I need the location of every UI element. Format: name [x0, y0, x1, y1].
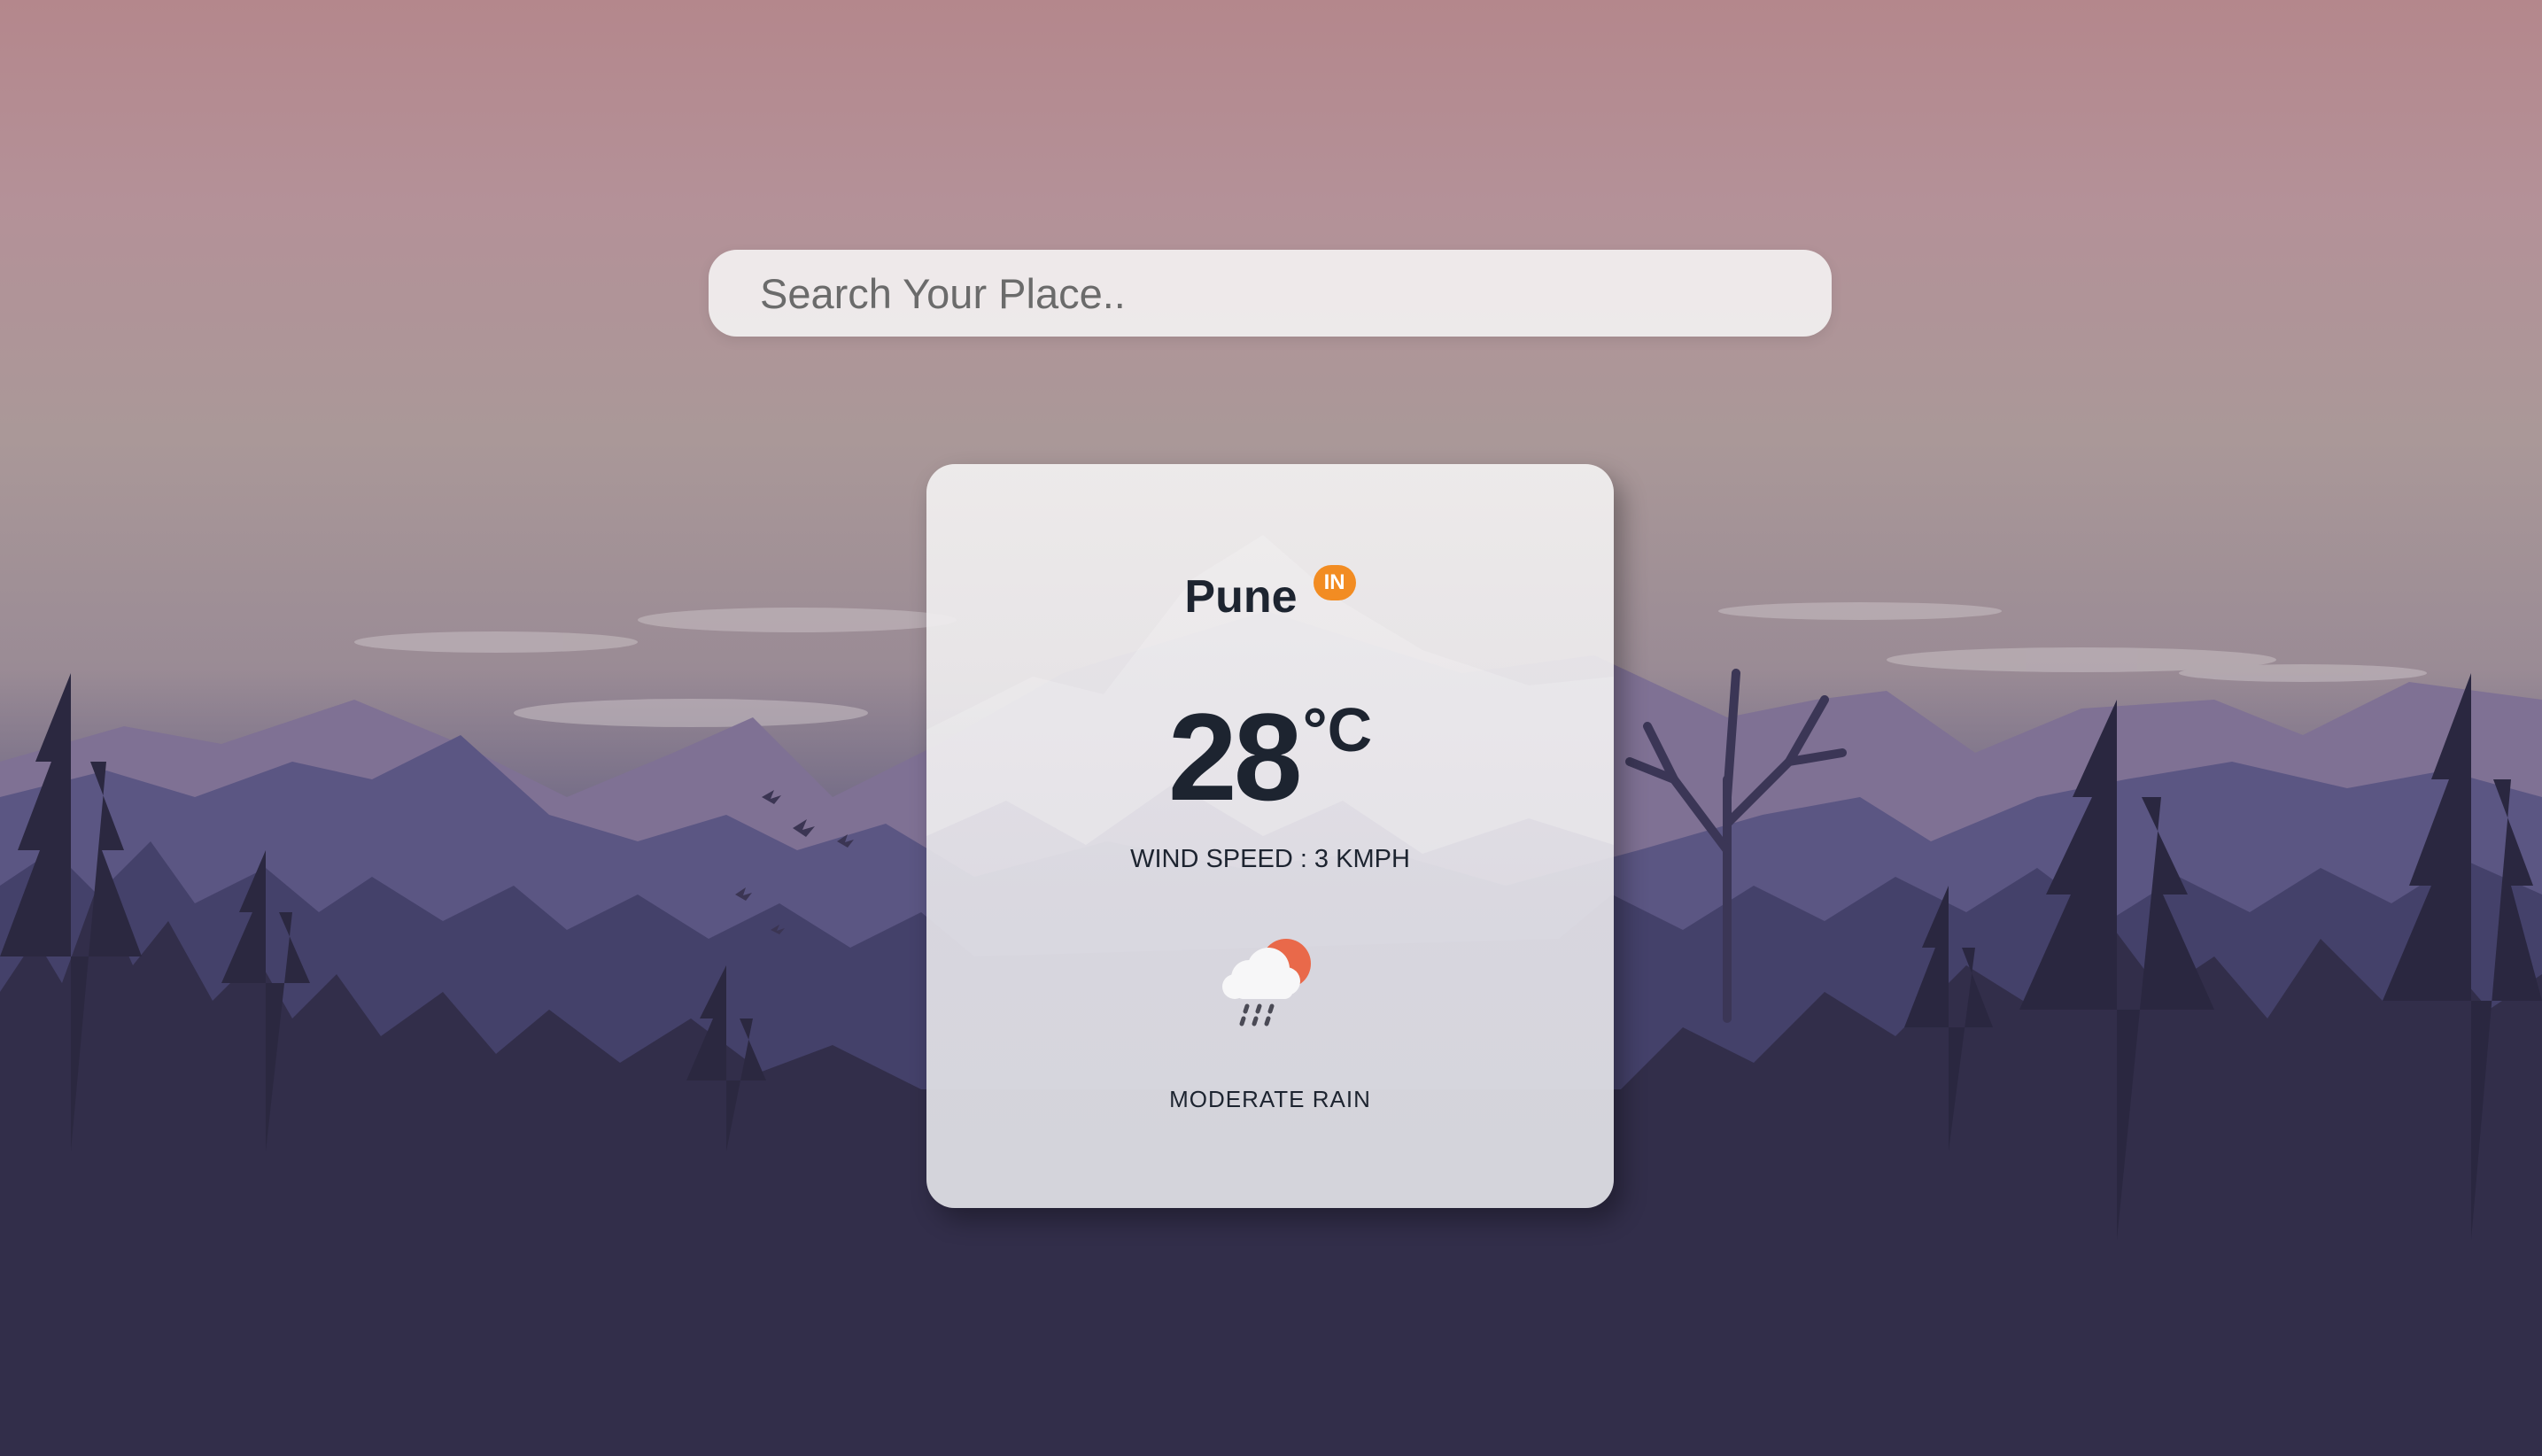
- temperature-value: 28: [1167, 687, 1303, 826]
- search-bar: [709, 250, 1832, 337]
- wind-speed: WIND SPEED : 3 KMPH: [1130, 845, 1410, 873]
- location-row: Pune IN: [926, 565, 1614, 623]
- temperature-unit: °C: [1302, 695, 1373, 764]
- temperature-row: 28°C: [926, 685, 1614, 829]
- app-background: Pune IN 28°C WIND SPEED : 3 KMPH: [0, 0, 2542, 1456]
- weather-condition: MODERATE RAIN: [1169, 1086, 1371, 1112]
- city-name: Pune: [1184, 571, 1298, 623]
- weather-card: Pune IN 28°C WIND SPEED : 3 KMPH MODERAT…: [926, 464, 1614, 1208]
- search-input[interactable]: [709, 250, 1832, 337]
- country-badge: IN: [1313, 565, 1356, 600]
- cloud-sun-rain-icon: [1222, 939, 1311, 1026]
